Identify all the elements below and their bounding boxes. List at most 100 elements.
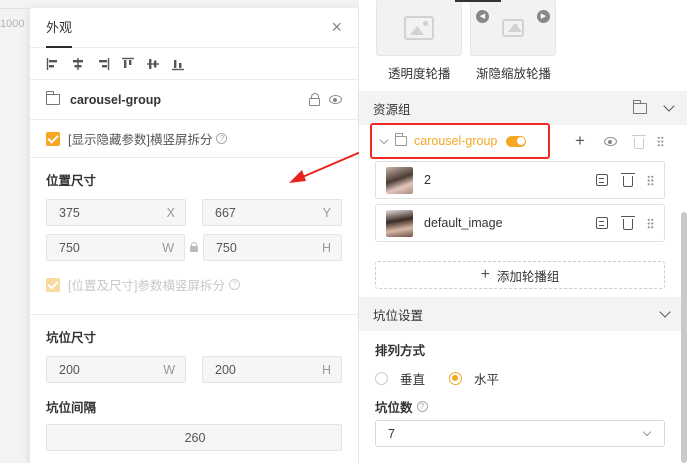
slot-count-title: 坑位数 bbox=[375, 401, 413, 415]
group-name: carousel-group bbox=[70, 92, 161, 107]
template-label-fade: 透明度轮播 bbox=[388, 67, 451, 81]
trash-icon bbox=[632, 135, 646, 149]
eye-icon[interactable] bbox=[329, 95, 342, 104]
x-unit: X bbox=[166, 205, 175, 220]
slot-count-value: 7 bbox=[388, 426, 395, 441]
ruler-label: 1000 bbox=[0, 18, 25, 30]
slot-count-row: 坑位数 ? bbox=[375, 397, 428, 416]
carousel-group-row[interactable]: carousel-group bbox=[370, 123, 550, 159]
resource-item[interactable]: 2 bbox=[375, 161, 665, 199]
slot-gap-title: 坑位间隔 bbox=[46, 401, 97, 415]
align-toolbar bbox=[30, 48, 358, 80]
slot-settings-header[interactable]: 坑位设置 bbox=[359, 297, 687, 331]
chevron-down-icon[interactable] bbox=[659, 306, 671, 318]
help-icon[interactable]: ? bbox=[416, 401, 428, 412]
add-carousel-group-button[interactable]: + 添加轮播组 bbox=[375, 261, 665, 289]
show-hide-split-checkbox[interactable] bbox=[46, 131, 60, 146]
y-unit: Y bbox=[322, 205, 331, 220]
chevron-down-icon[interactable] bbox=[379, 135, 389, 144]
slot-width-value: 200 bbox=[59, 362, 80, 377]
next-icon: ▶ bbox=[537, 10, 550, 23]
item-name: 2 bbox=[424, 173, 431, 187]
help-icon[interactable]: ? bbox=[216, 133, 228, 144]
arrange-options: 垂直 水平 bbox=[375, 369, 499, 388]
width-value: 750 bbox=[59, 240, 80, 255]
item-thumbnail bbox=[386, 209, 413, 237]
appearance-panel: 外观 × carousel-group [显示隐藏参数]横竖屏拆分 ? 位置尺寸… bbox=[30, 8, 358, 463]
align-top-icon[interactable] bbox=[121, 57, 135, 71]
drag-handle-icon[interactable] bbox=[647, 217, 654, 229]
template-label-fade-scale: 渐隐缩放轮播 bbox=[476, 67, 552, 81]
slot-gap-value: 260 bbox=[184, 430, 206, 445]
slot-size-section: 坑位尺寸 200 W 200 H 坑位间隔 260 bbox=[30, 315, 358, 451]
lock-ratio-icon[interactable] bbox=[189, 241, 199, 253]
plus-icon: + bbox=[480, 266, 490, 283]
item-thumbnail bbox=[386, 166, 413, 194]
y-value: 667 bbox=[215, 205, 236, 220]
close-icon[interactable]: × bbox=[331, 17, 342, 38]
slot-width-unit: W bbox=[163, 362, 175, 377]
show-hide-split-label: [显示隐藏参数]横竖屏拆分 bbox=[68, 133, 213, 147]
trash-icon[interactable] bbox=[621, 216, 635, 230]
panel-title: 外观 bbox=[46, 8, 73, 48]
image-placeholder-icon bbox=[502, 18, 524, 37]
slot-height-field[interactable]: 200 H bbox=[202, 356, 342, 383]
height-field[interactable]: 750 H bbox=[202, 234, 343, 261]
visibility-toggle[interactable] bbox=[506, 135, 527, 147]
arrange-title: 排列方式 bbox=[375, 344, 426, 358]
drag-handle-icon[interactable] bbox=[657, 136, 664, 147]
right-panel: 透明度轮播 ◀ ▶ 渐隐缩放轮播 资源组 carousel-group + 2 … bbox=[359, 0, 687, 463]
image-placeholder-icon bbox=[404, 15, 434, 40]
y-field[interactable]: 667 Y bbox=[202, 199, 342, 226]
slot-height-value: 200 bbox=[215, 362, 236, 377]
add-carousel-group-label: 添加轮播组 bbox=[496, 269, 560, 284]
item-name: default_image bbox=[424, 216, 503, 230]
replace-icon[interactable] bbox=[596, 217, 608, 229]
align-bottom-icon[interactable] bbox=[171, 57, 185, 71]
align-center-v-icon[interactable] bbox=[146, 57, 160, 71]
x-field[interactable]: 375 X bbox=[46, 199, 186, 226]
scrollbar[interactable] bbox=[681, 212, 687, 463]
trash-icon[interactable] bbox=[621, 173, 635, 187]
position-split-checkbox[interactable] bbox=[46, 277, 60, 292]
align-left-icon[interactable] bbox=[46, 57, 60, 71]
drag-handle-icon[interactable] bbox=[647, 174, 654, 186]
width-unit: W bbox=[162, 240, 175, 255]
align-right-icon[interactable] bbox=[96, 57, 110, 71]
position-size-title: 位置尺寸 bbox=[46, 174, 97, 188]
x-value: 375 bbox=[59, 205, 80, 220]
height-value: 750 bbox=[215, 240, 237, 255]
folder-icon bbox=[394, 133, 407, 146]
eye-icon[interactable] bbox=[604, 137, 617, 146]
resource-group-header[interactable]: 资源组 bbox=[359, 91, 687, 125]
add-icon[interactable]: + bbox=[575, 131, 585, 151]
option-horizontal-label: 水平 bbox=[474, 373, 500, 387]
width-field[interactable]: 750 W bbox=[46, 234, 186, 261]
replace-icon[interactable] bbox=[596, 174, 608, 186]
group-row[interactable]: carousel-group bbox=[30, 80, 358, 120]
slot-width-field[interactable]: 200 W bbox=[46, 356, 186, 383]
slot-size-title: 坑位尺寸 bbox=[46, 331, 97, 345]
template-thumb-fade-scale[interactable]: ◀ ▶ bbox=[470, 0, 556, 56]
help-icon[interactable]: ? bbox=[228, 279, 240, 290]
folder-icon bbox=[45, 91, 60, 105]
slot-gap-field[interactable]: 260 bbox=[46, 424, 342, 451]
template-thumb-fade[interactable] bbox=[376, 0, 462, 56]
chevron-down-icon[interactable] bbox=[663, 100, 675, 112]
resource-item[interactable]: default_image bbox=[375, 204, 665, 242]
align-center-h-icon[interactable] bbox=[71, 57, 85, 71]
active-template-indicator bbox=[455, 0, 501, 2]
height-unit: H bbox=[321, 240, 332, 255]
slot-count-select[interactable]: 7 bbox=[375, 420, 665, 447]
unlock-icon[interactable] bbox=[309, 92, 320, 106]
radio-vertical[interactable] bbox=[375, 372, 388, 385]
slot-settings-title: 坑位设置 bbox=[373, 308, 424, 323]
option-vertical-label: 垂直 bbox=[400, 373, 426, 387]
position-split-label: [位置及尺寸]参数横竖屏拆分 bbox=[68, 279, 225, 293]
resource-group-title: 资源组 bbox=[373, 102, 411, 117]
radio-horizontal[interactable] bbox=[449, 372, 463, 385]
prev-icon: ◀ bbox=[476, 10, 489, 23]
folder-icon[interactable] bbox=[632, 99, 647, 114]
show-hide-split-row[interactable]: [显示隐藏参数]横竖屏拆分 ? bbox=[30, 120, 358, 158]
chevron-down-icon bbox=[642, 427, 652, 437]
